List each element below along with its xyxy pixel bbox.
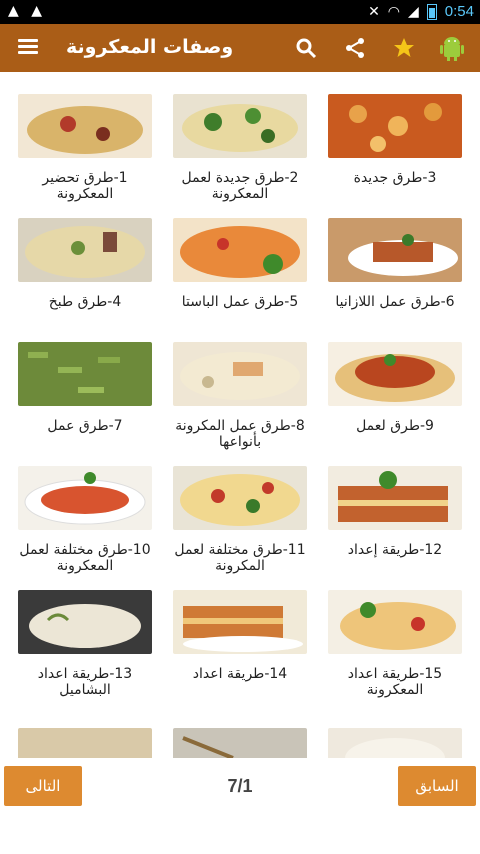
recipe-label: 15-طريقة اعداد المعكرونة [347, 666, 443, 698]
mute-icon: ✕ [368, 3, 380, 20]
recipe-label: 6-طرق عمل اللازانيا [335, 294, 455, 310]
recipe-item-3[interactable]: 3-طرق جديدة [328, 94, 462, 186]
recipe-item-17[interactable] [173, 728, 307, 758]
pagination-bar: التالى 7/1 السابق [0, 760, 480, 854]
recipe-item-10[interactable]: 10-طرق مختلفة لعمل المعكرونة [18, 466, 152, 574]
recipe-item-6[interactable]: 6-طرق عمل اللازانيا [328, 218, 462, 310]
previous-button[interactable]: السابق [398, 766, 476, 806]
recipe-thumbnail [18, 342, 152, 406]
recipe-label: 10-طرق مختلفة لعمل المعكرونة [19, 542, 151, 574]
recipe-item-8[interactable]: 8-طرق عمل المكرونة بأنواعها [173, 342, 307, 450]
recipe-label: 13-طريقة اعداد البشاميل [37, 666, 133, 698]
recipe-thumbnail [18, 728, 152, 758]
recipe-thumbnail [328, 342, 462, 406]
recipe-item-13[interactable]: 13-طريقة اعداد البشاميل [18, 590, 152, 698]
recipe-thumbnail [328, 728, 462, 758]
android-icon[interactable] [438, 34, 466, 62]
recipe-thumbnail [328, 590, 462, 654]
recipe-label: 12-طريقة إعداد [347, 542, 443, 558]
recipe-thumbnail [173, 728, 307, 758]
recipe-item-18[interactable] [328, 728, 462, 758]
recipe-thumbnail [18, 218, 152, 282]
recipe-item-14[interactable]: 14-طريقة اعداد [173, 590, 307, 682]
recipe-label: 1-طرق تحضير المعكرونة [42, 170, 128, 202]
recipe-item-7[interactable]: 7-طرق عمل [18, 342, 152, 434]
recipe-item-1[interactable]: 1-طرق تحضير المعكرونة [18, 94, 152, 202]
recipe-label: 8-طرق عمل المكرونة بأنواعها [175, 418, 305, 450]
recipe-item-4[interactable]: 4-طرق طبخ [18, 218, 152, 310]
battery-icon [426, 3, 437, 20]
status-bar: ▲ ▲ ✕ ◠ ◢ 0:54 [0, 0, 480, 24]
search-icon[interactable] [292, 34, 320, 62]
recipe-item-16[interactable] [18, 728, 152, 758]
wifi-icon: ◠ [387, 3, 401, 20]
clock: 0:54 [444, 3, 474, 20]
menu-icon[interactable] [18, 36, 38, 60]
recipe-thumbnail [18, 94, 152, 158]
recipe-label: 7-طرق عمل [47, 418, 123, 434]
recipe-label: 14-طريقة اعداد [192, 666, 288, 682]
recipe-item-5[interactable]: 5-طرق عمل الباستا [173, 218, 307, 310]
recipe-thumbnail [173, 218, 307, 282]
recipe-thumbnail [173, 342, 307, 406]
recipe-thumbnail [328, 466, 462, 530]
signal-icon: ◢ [408, 3, 419, 20]
recipe-thumbnail [18, 466, 152, 530]
recipe-thumbnail [173, 466, 307, 530]
recipe-label: 11-طرق مختلفة لعمل المكرونة [174, 542, 306, 574]
recipe-thumbnail [173, 590, 307, 654]
recipe-label: 3-طرق جديدة [353, 170, 437, 186]
recipe-thumbnail [328, 94, 462, 158]
app-bar: وصفات المعكرونة [0, 24, 480, 72]
recipe-thumbnail [18, 590, 152, 654]
star-icon[interactable] [390, 34, 418, 62]
recipe-item-15[interactable]: 15-طريقة اعداد المعكرونة [328, 590, 462, 698]
recipe-label: 9-طرق لعمل [356, 418, 434, 434]
warning-icons: ▲ ▲ [8, 3, 46, 19]
recipe-item-12[interactable]: 12-طريقة إعداد [328, 466, 462, 558]
recipe-item-2[interactable]: 2-طرق جديدة لعمل المعكرونة [173, 94, 307, 202]
recipe-label: 4-طرق طبخ [48, 294, 122, 310]
app-title: وصفات المعكرونة [66, 36, 234, 58]
recipe-thumbnail [173, 94, 307, 158]
recipe-item-9[interactable]: 9-طرق لعمل [328, 342, 462, 434]
recipe-label: 2-طرق جديدة لعمل المعكرونة [181, 170, 299, 202]
recipe-thumbnail [328, 218, 462, 282]
share-icon[interactable] [341, 34, 369, 62]
recipe-item-11[interactable]: 11-طرق مختلفة لعمل المكرونة [173, 466, 307, 574]
recipe-label: 5-طرق عمل الباستا [181, 294, 299, 310]
